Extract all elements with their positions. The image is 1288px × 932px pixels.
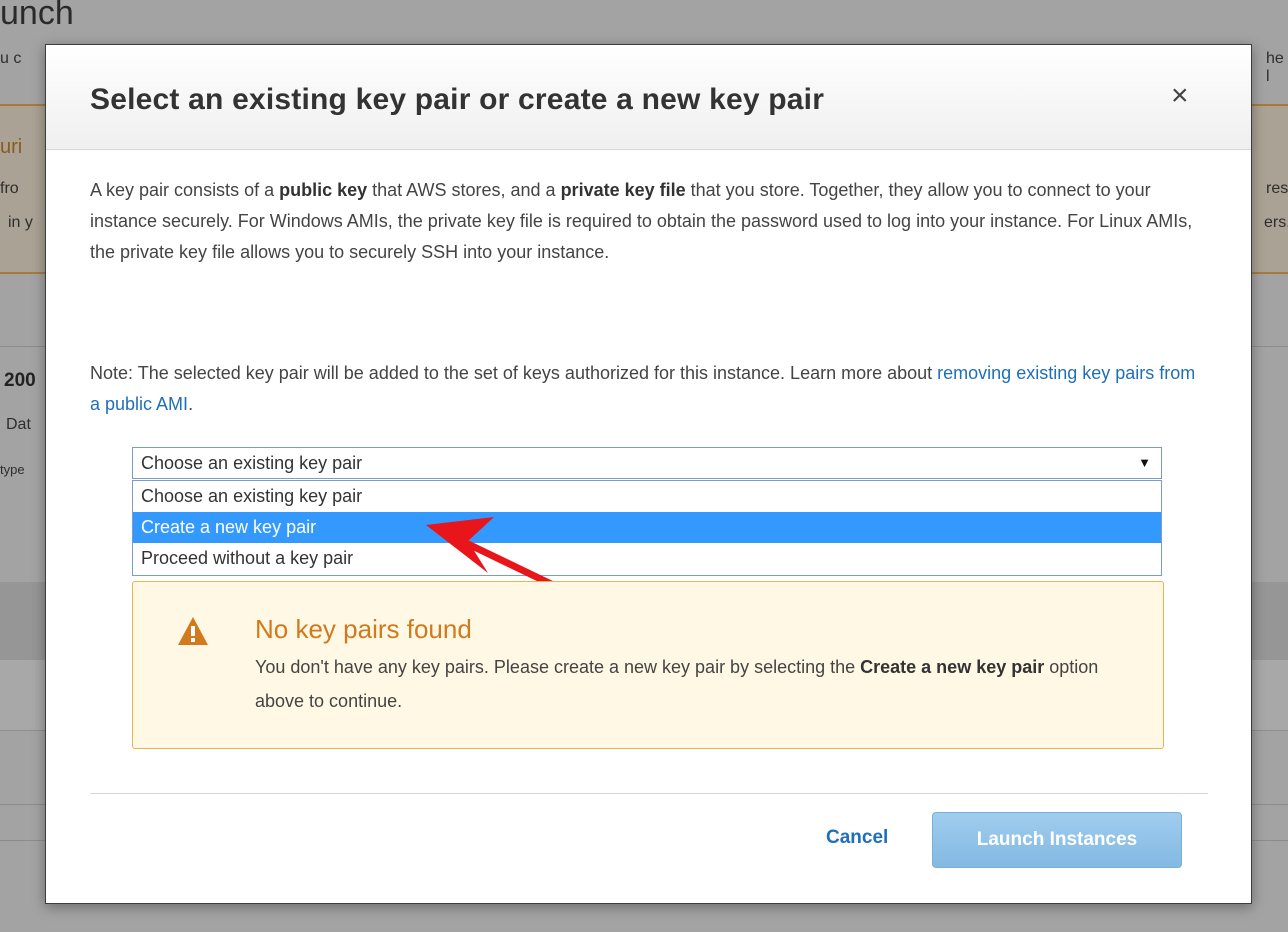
bg-ami-desc: Dat bbox=[6, 416, 31, 433]
warning-text-1: You don't have any key pairs. Please cre… bbox=[255, 657, 861, 677]
warning-title: No key pairs found bbox=[255, 614, 472, 644]
dialog-title: Select an existing key pair or create a … bbox=[90, 83, 825, 116]
cancel-button[interactable]: Cancel bbox=[826, 827, 888, 849]
key-pair-select-value: Choose an existing key pair bbox=[141, 453, 363, 473]
note-text: Note: The selected key pair will be adde… bbox=[90, 363, 938, 383]
chevron-down-icon: ▼ bbox=[1138, 455, 1151, 470]
warning-bold: Create a new key pair bbox=[860, 657, 1045, 677]
option-choose-existing[interactable]: Choose an existing key pair bbox=[133, 481, 1161, 512]
intro-bold-private-key: private key file bbox=[560, 180, 686, 200]
bg-warning-heading: uri bbox=[0, 136, 23, 158]
option-label: Create a new key pair bbox=[141, 517, 317, 537]
option-label: Choose an existing key pair bbox=[141, 486, 363, 506]
key-pair-dialog: Select an existing key pair or create a … bbox=[45, 44, 1252, 904]
close-icon[interactable]: × bbox=[1171, 81, 1189, 111]
dialog-header: Select an existing key pair or create a … bbox=[46, 45, 1251, 150]
footer-divider bbox=[90, 793, 1208, 794]
key-pair-select[interactable]: Choose an existing key pair ▼ bbox=[132, 447, 1162, 479]
bg-warning-text-2: in y bbox=[8, 214, 33, 231]
launch-button-label: Launch Instances bbox=[976, 829, 1138, 850]
bg-subtitle-right: he l bbox=[1266, 50, 1284, 85]
bg-ami-name: 200 bbox=[4, 370, 36, 391]
intro-paragraph: A key pair consists of a public key that… bbox=[90, 175, 1210, 268]
bg-ami-type: type bbox=[0, 462, 25, 477]
bg-subtitle-left: u c bbox=[0, 50, 22, 67]
option-label: Proceed without a key pair bbox=[141, 548, 354, 568]
bg-page-title: unch bbox=[0, 0, 74, 32]
intro-text-2: that AWS stores, and a bbox=[367, 180, 561, 200]
key-pair-dropdown: Choose an existing key pair Create a new… bbox=[132, 480, 1162, 576]
bg-warning-text-right-2: ers. bbox=[1264, 214, 1288, 231]
note-paragraph: Note: The selected key pair will be adde… bbox=[90, 358, 1210, 420]
option-create-new[interactable]: Create a new key pair bbox=[133, 512, 1161, 543]
launch-instances-button[interactable]: Launch Instances bbox=[932, 812, 1182, 868]
intro-bold-public-key: public key bbox=[279, 180, 368, 200]
no-key-pairs-warning: No key pairs found You don't have any ke… bbox=[132, 581, 1164, 749]
bg-warning-text-1: fro bbox=[0, 180, 19, 197]
warning-icon bbox=[178, 617, 208, 645]
option-proceed-without[interactable]: Proceed without a key pair bbox=[133, 543, 1161, 574]
warning-text: You don't have any key pairs. Please cre… bbox=[255, 650, 1135, 718]
bg-warning-text-right-1: ress bbox=[1266, 180, 1288, 197]
note-end: . bbox=[188, 394, 194, 414]
intro-text-1: A key pair consists of a bbox=[90, 180, 280, 200]
